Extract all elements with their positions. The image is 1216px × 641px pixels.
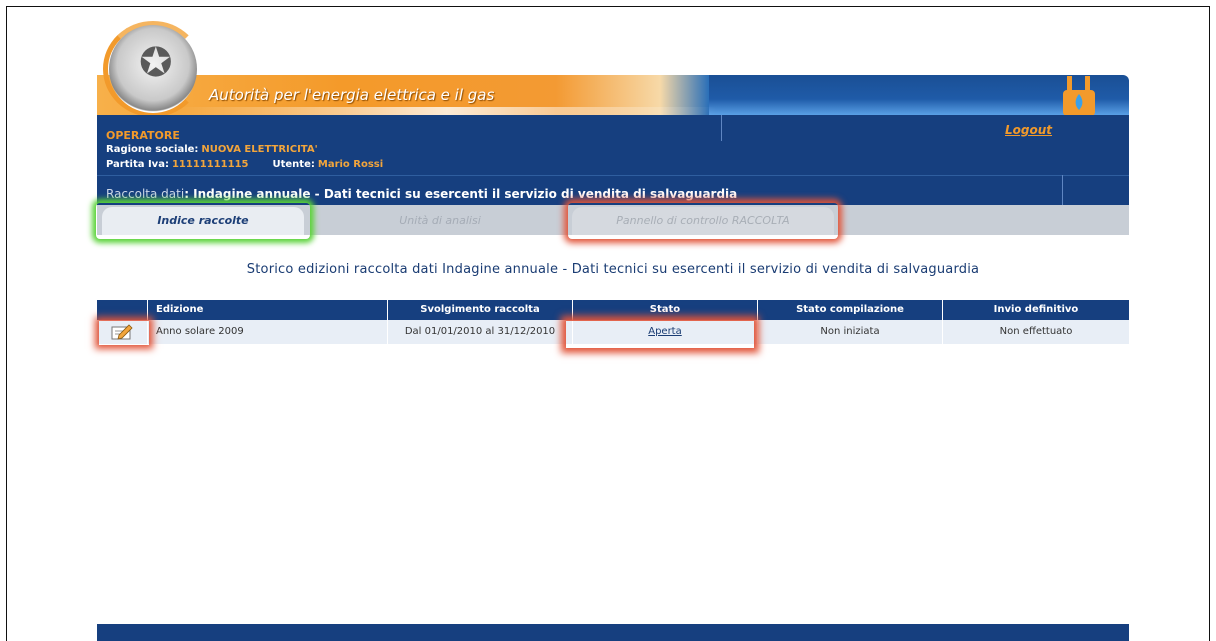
tab-pannello-controllo[interactable]: Pannello di controllo RACCOLTA: [572, 207, 834, 235]
edit-cell[interactable]: [97, 320, 147, 344]
operator-title: OPERATORE: [106, 129, 180, 142]
divider: [721, 115, 722, 141]
utente-value: Mario Rossi: [317, 159, 384, 170]
piva-value: 11111111115: [171, 159, 249, 170]
cell-edizione: Anno solare 2009: [147, 320, 387, 344]
header-invio-definitivo: Invio definitivo: [942, 300, 1129, 320]
banner-swoosh: [177, 107, 717, 115]
tab-indice-raccolte[interactable]: Indice raccolte: [102, 207, 304, 235]
table-row: Anno solare 2009 Dal 01/01/2010 al 31/12…: [97, 320, 1129, 344]
header-stato: Stato: [572, 300, 757, 320]
ragione-value: NUOVA ELETTRICITA': [201, 144, 318, 155]
operator-panel: OPERATORE Ragione sociale: NUOVA ELETTRIC…: [97, 115, 1129, 205]
header-icon-col: [97, 300, 147, 320]
header-edizione: Edizione: [147, 300, 387, 320]
divider: [1062, 175, 1063, 205]
logout-link[interactable]: Logout: [1005, 123, 1052, 137]
partita-iva-line: Partita Iva: 11111111115 Utente: Mario Ross…: [106, 159, 383, 170]
header-banner: ✪ Autorità per l'energia elettrica e il …: [97, 21, 1129, 117]
raccolta-prefix: Raccolta dati: [106, 187, 185, 201]
piva-label: Partita Iva:: [106, 159, 169, 170]
raccolta-line: Raccolta dati: Indagine annuale - Dati t…: [106, 187, 737, 201]
table-header: Edizione Svolgimento raccolta Stato Stat…: [97, 300, 1129, 320]
header-svolgimento: Svolgimento raccolta: [387, 300, 572, 320]
cell-svolgimento: Dal 01/01/2010 al 31/12/2010: [387, 320, 572, 344]
ragione-sociale-line: Ragione sociale: NUOVA ELETTRICITA': [106, 144, 318, 155]
edit-icon[interactable]: [111, 324, 133, 340]
authority-title: Autorità per l'energia elettrica e il ga…: [209, 86, 495, 104]
info-separator: [97, 175, 1129, 176]
emblem-icon: ✪: [109, 25, 197, 113]
page-title: Storico edizioni raccolta dati Indagine …: [246, 262, 980, 277]
utente-label: Utente:: [272, 159, 315, 170]
star-icon: ✪: [139, 40, 173, 86]
tab-unita-di-analisi[interactable]: Unità di analisi: [318, 207, 562, 235]
cell-stato: Aperta: [572, 320, 757, 344]
footer-bar: [97, 624, 1129, 641]
ragione-label: Ragione sociale:: [106, 144, 199, 155]
cell-invio-definitivo: Non effettuato: [942, 320, 1129, 344]
header-stato-compilazione: Stato compilazione: [757, 300, 942, 320]
raccolta-text: : Indagine annuale - Dati tecnici su ese…: [184, 187, 738, 201]
cell-stato-compilazione: Non iniziata: [757, 320, 942, 344]
stato-aperta-link[interactable]: Aperta: [648, 326, 682, 337]
